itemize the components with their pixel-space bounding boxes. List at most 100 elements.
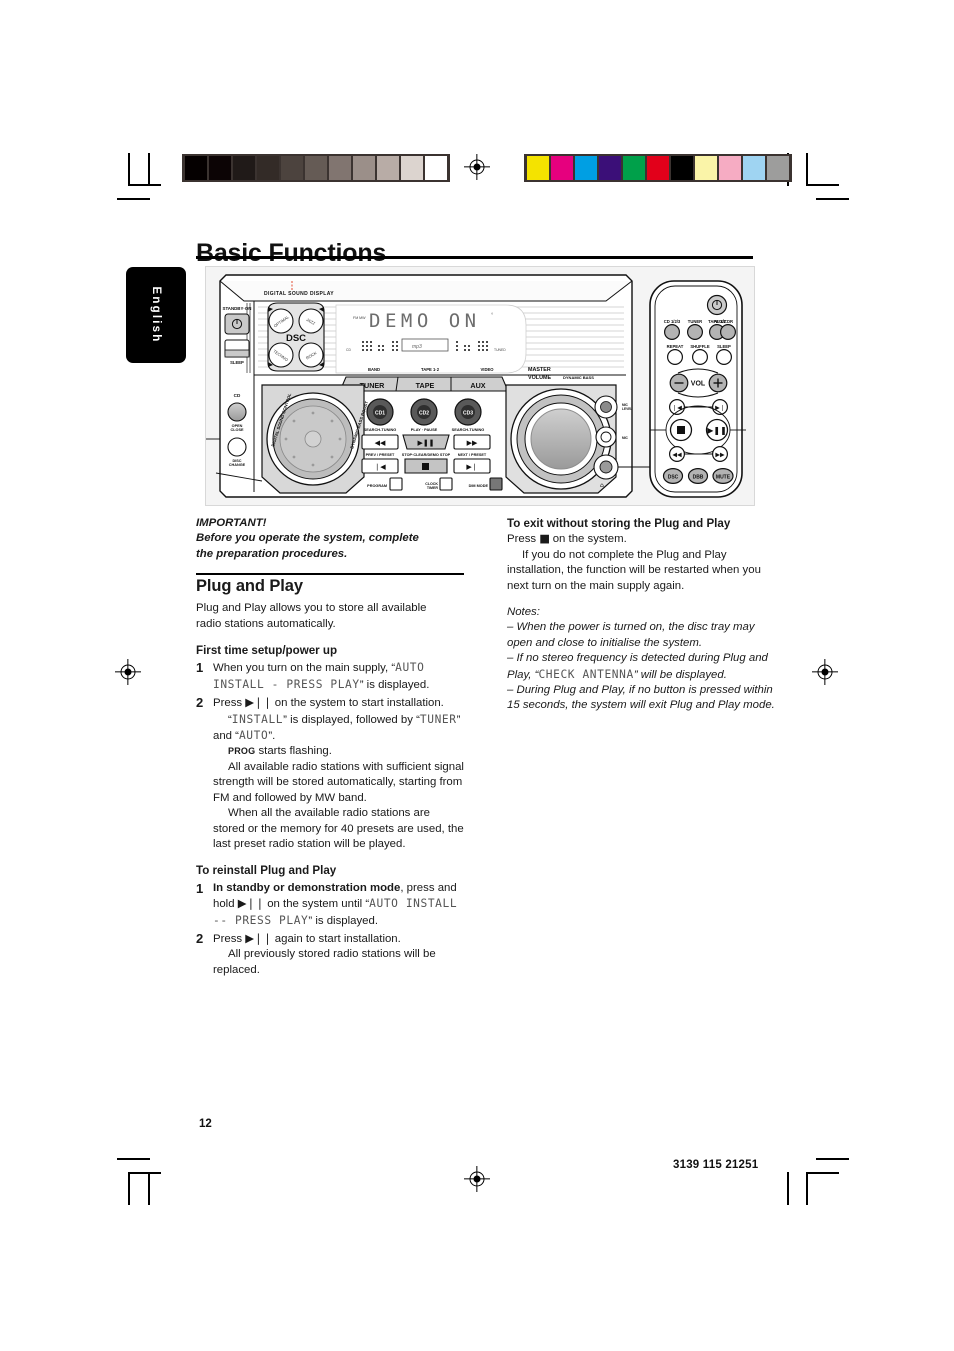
svg-text:CD: CD bbox=[234, 393, 241, 398]
svg-text:❘◀: ❘◀ bbox=[374, 463, 386, 471]
transport-row-search: ◀◀ ▶❚❚ ▶▶ bbox=[361, 434, 491, 450]
master-volume-label: MASTER bbox=[528, 367, 551, 373]
svg-text:PROGRAM: PROGRAM bbox=[367, 484, 387, 488]
tape12-label: TAPE 1·2 bbox=[421, 367, 440, 372]
svg-text:▶▶: ▶▶ bbox=[467, 439, 478, 447]
hifi-system-diagram: STANDBY·ON SLEEP DIGITAL SOUND DISPLAY D… bbox=[206, 267, 754, 505]
reinstall-step-1: 1 In standby or demonstration mode, pres… bbox=[196, 881, 464, 929]
svg-text:DSC: DSC bbox=[286, 333, 306, 344]
svg-text:SLEEP: SLEEP bbox=[230, 360, 244, 365]
section-title-plug-and-play: Plug and Play bbox=[196, 576, 303, 595]
exit-press-text-b: on the system. bbox=[549, 533, 627, 546]
reinstall-step-1-text-c: ” is displayed. bbox=[308, 914, 379, 927]
exit-press-text: Press bbox=[507, 533, 540, 546]
tape-button-label: TAPE bbox=[416, 381, 435, 390]
svg-text:PLAY · PAUSE: PLAY · PAUSE bbox=[411, 427, 438, 432]
step-2: 2 Press ▶❘❘ on the system to start insta… bbox=[196, 695, 464, 852]
svg-text:CD3: CD3 bbox=[463, 411, 473, 417]
svg-text:CD1: CD1 bbox=[375, 411, 385, 417]
digital-sound-display-label: DIGITAL SOUND DISPLAY bbox=[264, 291, 334, 297]
reinstall-step-1-number: 1 bbox=[196, 880, 204, 896]
remote-sleep-label: SLEEP bbox=[717, 344, 731, 349]
note-2-lcd: CHECK ANTENNA bbox=[538, 667, 634, 681]
control-patch-10 bbox=[425, 156, 447, 180]
registration-mark-top bbox=[464, 154, 490, 180]
svg-text:NEXT / PRESET: NEXT / PRESET bbox=[458, 453, 487, 457]
step-2-para-1: All available radio stations with suffic… bbox=[213, 760, 464, 804]
reinstall-step-1-text-b: on the system until “ bbox=[264, 898, 370, 911]
prog-indicator-label: PROG bbox=[228, 746, 256, 757]
svg-text:mp3: mp3 bbox=[412, 344, 422, 350]
control-patch-7 bbox=[353, 156, 375, 180]
control-patch-9 bbox=[401, 156, 423, 180]
svg-text:CD2: CD2 bbox=[419, 411, 429, 417]
svg-text:◀◀: ◀◀ bbox=[672, 451, 682, 458]
step-2-lcd-install: INSTALL bbox=[231, 712, 284, 726]
step-2-lcd-auto: AUTO bbox=[238, 729, 269, 743]
step-2-number: 2 bbox=[196, 695, 204, 711]
play-pause-icon: ▶❘❘ bbox=[237, 896, 265, 911]
step-1-text-a: When you turn on the main supply, “ bbox=[213, 662, 396, 675]
control-patch-4 bbox=[623, 156, 645, 180]
svg-text:▶❘: ▶❘ bbox=[466, 463, 477, 471]
remote-shuffle-label: SHUFFLE bbox=[690, 344, 710, 349]
control-patch-10 bbox=[767, 156, 789, 180]
control-patch-2 bbox=[233, 156, 255, 180]
svg-text:⌂: ⌂ bbox=[600, 482, 604, 489]
svg-text:▶❚❚: ▶❚❚ bbox=[417, 439, 434, 447]
step-2-line3-b: ”. bbox=[268, 730, 276, 743]
control-patch-6 bbox=[329, 156, 351, 180]
control-patch-8 bbox=[719, 156, 741, 180]
left-text-column: IMPORTANT! Before you operate the system… bbox=[196, 516, 464, 978]
svg-text:MIC: MIC bbox=[622, 436, 629, 440]
registration-mark-left bbox=[115, 659, 141, 685]
control-patch-1 bbox=[551, 156, 573, 180]
note-2: – If no stereo frequency is detected dur… bbox=[507, 651, 775, 683]
step-2-line1-b: on the system to start installation. bbox=[271, 697, 444, 710]
color-control-strip bbox=[524, 154, 792, 182]
notes-title: Notes: bbox=[507, 606, 540, 619]
note-2-text-b: ” will be displayed. bbox=[633, 668, 727, 681]
standby-on-button: STANDBY·ON bbox=[223, 306, 251, 335]
page-title: Basic Functions bbox=[196, 238, 387, 267]
important-block: IMPORTANT! Before you operate the system… bbox=[196, 516, 464, 562]
svg-text:PREV / PRESET: PREV / PRESET bbox=[366, 453, 395, 457]
remote-tuner-label: TUNER bbox=[688, 319, 702, 324]
registration-mark-right bbox=[812, 659, 838, 685]
intro-line-1: Plug and Play allows you to store all av… bbox=[196, 602, 427, 615]
title-divider bbox=[196, 256, 753, 259]
svg-text:▶❚❚: ▶❚❚ bbox=[707, 426, 727, 435]
control-patch-0 bbox=[527, 156, 549, 180]
control-patch-3 bbox=[599, 156, 621, 180]
svg-text:STOP·CLEAR/DEMO STOP: STOP·CLEAR/DEMO STOP bbox=[402, 453, 451, 457]
section-divider bbox=[196, 573, 464, 575]
svg-text:SEARCH-TUNING: SEARCH-TUNING bbox=[364, 427, 397, 432]
svg-text:CD: CD bbox=[346, 348, 351, 352]
control-patch-5 bbox=[305, 156, 327, 180]
step-1-number: 1 bbox=[196, 660, 204, 676]
heading-first-time-setup: First time setup/power up bbox=[196, 644, 338, 658]
grayscale-control-strip bbox=[182, 154, 450, 182]
svg-text:▶▶: ▶▶ bbox=[715, 451, 725, 458]
svg-text:❘◀: ❘◀ bbox=[672, 404, 682, 411]
aux-button-label: AUX bbox=[470, 381, 485, 390]
disc-change-button: DISC CHANGE bbox=[227, 437, 247, 467]
heading-reinstall: To reinstall Plug and Play bbox=[196, 864, 337, 878]
remote-control: CD 1/2/3 TUNER TAPE 1/2 AUX/CDR REPEAT S… bbox=[649, 280, 746, 498]
important-line-1: Before you operate the system, complete bbox=[196, 532, 419, 545]
product-illustration: STANDBY·ON SLEEP DIGITAL SOUND DISPLAY D… bbox=[205, 266, 755, 506]
reinstall-step-2: 2 Press ▶❘❘ again to start installation.… bbox=[196, 931, 464, 978]
note-1: – When the power is turned on, the disc … bbox=[507, 621, 755, 649]
svg-text:DYNAMIC BASS: DYNAMIC BASS bbox=[563, 375, 594, 380]
intro-line-2: radio stations automatically. bbox=[196, 617, 336, 630]
language-tab-label: English bbox=[150, 286, 162, 344]
step-2-para-2: When all the available radio stations ar… bbox=[213, 807, 464, 850]
disc-tray-left: DIGITAL SOUND CONTROL DYNAMIC BASS BOOST bbox=[261, 384, 369, 494]
svg-text:TUNED: TUNED bbox=[494, 348, 506, 352]
svg-text:TIMER: TIMER bbox=[427, 486, 439, 490]
svg-text:SEARCH-TUNING: SEARCH-TUNING bbox=[452, 427, 485, 432]
remote-dbb-label: DBB bbox=[693, 474, 704, 480]
remote-vol-label: VOL bbox=[691, 381, 706, 388]
remote-audio-buttons: DSC DBB MUTE bbox=[662, 468, 734, 485]
svg-text:FM MW: FM MW bbox=[353, 316, 366, 320]
